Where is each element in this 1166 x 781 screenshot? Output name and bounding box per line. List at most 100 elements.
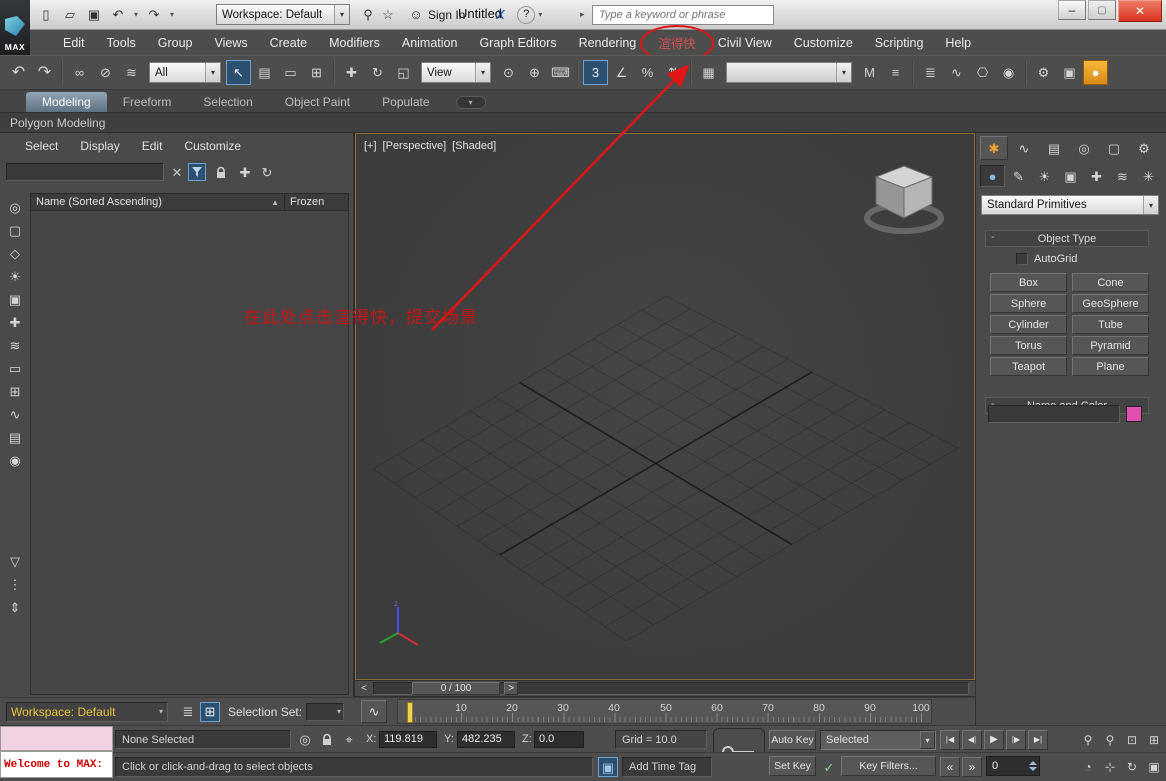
menu-tools[interactable]: Tools — [96, 32, 147, 54]
button-box[interactable]: Box — [990, 273, 1067, 292]
select-and-manipulate-icon[interactable]: ⊕ — [522, 60, 547, 85]
filter-shapes-icon[interactable]: ◇ — [4, 243, 26, 263]
edit-named-selection-sets-icon[interactable]: ▦ — [696, 60, 721, 85]
filter-bones-icon[interactable]: ∿ — [4, 404, 26, 424]
search-icon[interactable]: ⚲ — [358, 5, 378, 25]
button-sphere[interactable]: Sphere — [990, 294, 1067, 313]
button-geosphere[interactable]: GeoSphere — [1072, 294, 1149, 313]
rendered-frame-window-icon[interactable]: ▣ — [1057, 60, 1082, 85]
subtab-shapes[interactable]: ✎ — [1006, 165, 1031, 187]
filter-spacewarps-icon[interactable]: ≋ — [4, 335, 26, 355]
expand-mode-icon[interactable]: ⇕ — [4, 597, 26, 617]
mirror-icon[interactable]: M — [857, 60, 882, 85]
y-coordinate-field[interactable]: 482.235 — [457, 731, 515, 748]
primitive-category-combo[interactable]: Standard Primitives▾ — [981, 195, 1159, 215]
subtab-spacewarps[interactable]: ≋ — [1110, 165, 1135, 187]
ribbon-tab-object-paint[interactable]: Object Paint — [269, 92, 366, 112]
button-cone[interactable]: Cone — [1072, 273, 1149, 292]
subtab-cameras[interactable]: ▣ — [1058, 165, 1083, 187]
se-object-list[interactable] — [30, 211, 349, 695]
open-file-icon[interactable]: ▱ — [60, 5, 80, 25]
tab-modify[interactable]: ∿ — [1010, 136, 1038, 160]
redo-icon[interactable]: ↷ — [144, 5, 164, 25]
viewcube[interactable] — [858, 156, 950, 240]
key-mode-combo[interactable]: Selected ▾ — [820, 730, 936, 750]
layer-manager-icon[interactable]: ≣ — [918, 60, 943, 85]
se-frozen-column-header[interactable]: Frozen — [284, 194, 348, 210]
subtab-helpers[interactable]: ✚ — [1084, 165, 1109, 187]
absolute-offset-icon[interactable]: ⌖ — [340, 730, 358, 748]
button-plane[interactable]: Plane — [1072, 357, 1149, 376]
key-filters-button[interactable]: Key Filters... — [841, 756, 936, 776]
zoom-extents-icon[interactable]: ⊡ — [1122, 730, 1142, 750]
undo-dropdown-icon[interactable]: ▾ — [132, 11, 140, 19]
previous-key-icon[interactable]: « — [940, 757, 960, 777]
time-slider-next-icon[interactable]: > — [504, 682, 518, 695]
window-crossing-icon[interactable]: ⊞ — [304, 60, 329, 85]
angle-snap-icon[interactable]: ∠ — [609, 60, 634, 85]
reference-coordinate-combo[interactable]: View▾ — [421, 62, 491, 83]
button-teapot[interactable]: Teapot — [990, 357, 1067, 376]
redo-dropdown-icon[interactable]: ▾ — [168, 11, 176, 19]
button-cylinder[interactable]: Cylinder — [990, 315, 1067, 334]
object-name-input[interactable] — [988, 405, 1120, 423]
ribbon-tab-freeform[interactable]: Freeform — [107, 92, 188, 112]
menu-create[interactable]: Create — [259, 32, 319, 54]
menu-customize[interactable]: Customize — [783, 32, 864, 54]
menu-xuandekuai[interactable]: 渲得快 — [647, 29, 707, 56]
hierarchy-mode-icon[interactable]: ⋮ — [4, 574, 26, 594]
redo-scene-icon[interactable]: ↷ — [32, 60, 57, 85]
layer-list-icon[interactable]: ≣ — [178, 702, 198, 722]
menu-views[interactable]: Views — [203, 32, 258, 54]
z-coordinate-field[interactable]: 0.0 — [534, 731, 584, 748]
select-and-rotate-icon[interactable]: ↻ — [365, 60, 390, 85]
time-slider-track[interactable]: 0 / 100 > — [373, 682, 969, 695]
ribbon-minimize-toggle[interactable]: ▾ — [456, 96, 486, 109]
viewport-general-menu[interactable]: [+] — [364, 140, 377, 152]
filter-cameras-icon[interactable]: ▣ — [4, 289, 26, 309]
render-production-icon[interactable]: ● — [1083, 60, 1108, 85]
autogrid-checkbox[interactable] — [1016, 253, 1028, 265]
filter-xrefs-icon[interactable]: ⊞ — [4, 381, 26, 401]
time-tag-icon[interactable]: ▣ — [598, 757, 618, 777]
menu-help[interactable]: Help — [934, 32, 982, 54]
se-clear-search-icon[interactable]: ✕ — [169, 164, 185, 180]
button-pyramid[interactable]: Pyramid — [1072, 336, 1149, 355]
sort-mode-icon[interactable]: ▽ — [4, 551, 26, 571]
x-coordinate-field[interactable]: 119.819 — [379, 731, 437, 748]
menu-rendering[interactable]: Rendering — [568, 32, 648, 54]
se-lock-icon[interactable] — [212, 163, 230, 181]
se-menu-edit[interactable]: Edit — [131, 139, 174, 153]
select-and-link-icon[interactable]: ∞ — [67, 60, 92, 85]
menu-group[interactable]: Group — [147, 32, 204, 54]
zoom-extents-all-icon[interactable]: ⊞ — [1144, 730, 1164, 750]
scene-explorer-toggle-icon[interactable]: ⊞ — [200, 702, 220, 722]
zoom-all-icon[interactable]: ⚲ — [1100, 730, 1120, 750]
use-center-icon[interactable]: ⊙ — [496, 60, 521, 85]
current-frame-field[interactable]: 0 — [986, 756, 1040, 776]
filter-geometry-icon[interactable]: ▢ — [4, 220, 26, 240]
isolate-selection-icon[interactable]: ◎ — [296, 730, 314, 748]
undo-icon[interactable]: ↶ — [108, 5, 128, 25]
se-name-column-header[interactable]: Name (Sorted Ascending) ▲ — [31, 196, 284, 208]
rectangular-selection-region-icon[interactable]: ▭ — [278, 60, 303, 85]
object-type-rollout[interactable]: - Object Type — [985, 230, 1149, 247]
workspace-selector[interactable]: Workspace: Default ▾ — [6, 702, 168, 722]
maxscript-listener[interactable]: Welcome to MAX: — [0, 751, 113, 778]
new-scene-icon[interactable]: ▯ — [36, 5, 56, 25]
filter-containers-icon[interactable]: ▤ — [4, 427, 26, 447]
add-time-tag-field[interactable]: Add Time Tag — [622, 757, 712, 777]
set-key-button[interactable]: Set Key — [769, 756, 816, 776]
select-by-name-icon[interactable]: ▤ — [252, 60, 277, 85]
align-icon[interactable]: ≡ — [883, 60, 908, 85]
button-torus[interactable]: Torus — [990, 336, 1067, 355]
viewport-shading-menu[interactable]: [Shaded] — [452, 140, 496, 152]
selection-set-combo[interactable]: ▾ — [306, 703, 344, 721]
se-filter-icon[interactable] — [188, 163, 206, 181]
maximize-button[interactable]: ▢ — [1088, 0, 1116, 20]
ribbon-tab-populate[interactable]: Populate — [366, 92, 445, 112]
menu-civil-view[interactable]: Civil View — [707, 32, 783, 54]
play-animation-icon[interactable]: ▶ — [984, 730, 1004, 750]
time-slider-prev-icon[interactable]: < — [357, 682, 371, 695]
subtab-lights[interactable]: ☀ — [1032, 165, 1057, 187]
